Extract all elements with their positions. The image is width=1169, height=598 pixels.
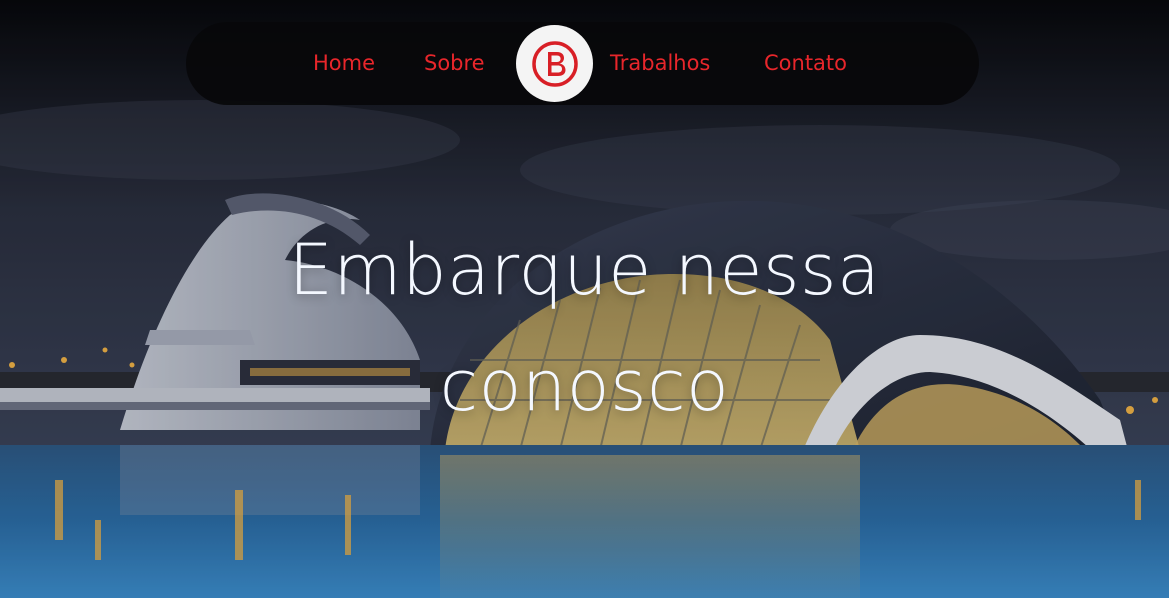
nav-link-sobre[interactable]: Sobre bbox=[424, 22, 485, 105]
nav-link-home[interactable]: Home bbox=[313, 22, 375, 105]
hero-section: Home Sobre Trabalhos Contato Embarque ne… bbox=[0, 0, 1169, 598]
navbar: Home Sobre Trabalhos Contato bbox=[186, 22, 979, 105]
hero-headline-line-2: conosco bbox=[439, 345, 730, 427]
nav-link-trabalhos[interactable]: Trabalhos bbox=[610, 22, 710, 105]
nav-link-contato[interactable]: Contato bbox=[764, 22, 847, 105]
b-letter-logo-icon bbox=[531, 40, 578, 87]
hero-headline-line-1: Embarque nessa bbox=[288, 229, 881, 311]
logo[interactable] bbox=[516, 25, 593, 102]
hero-headline: Embarque nessa conosco bbox=[0, 212, 1169, 444]
